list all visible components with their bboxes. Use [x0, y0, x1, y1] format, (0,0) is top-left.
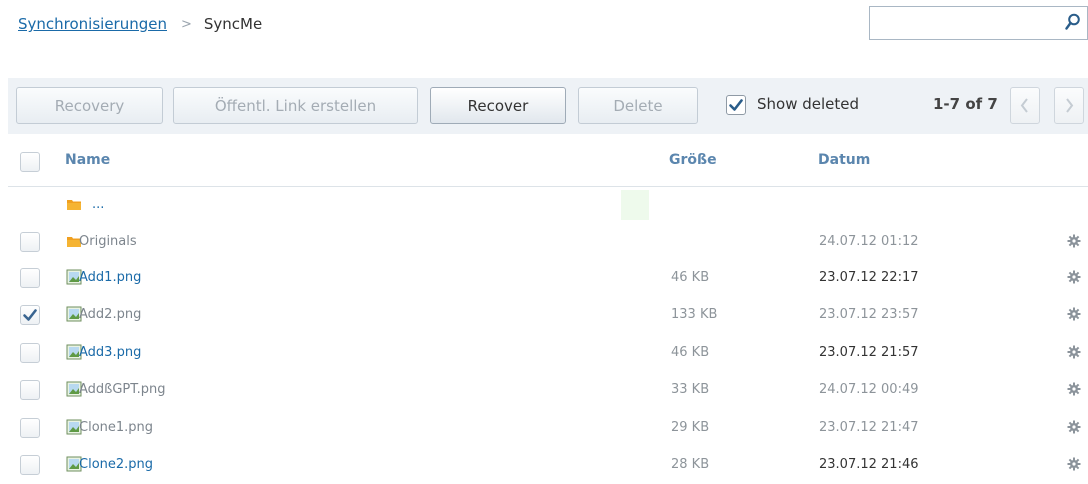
- table-row[interactable]: Add1.png 46 KB 23.07.12 22:17: [8, 260, 1088, 297]
- file-name: Clone1.png: [79, 420, 154, 435]
- table-row[interactable]: AddßGPT.png 33 KB 24.07.12 00:49: [8, 372, 1088, 409]
- file-name: Originals: [79, 234, 137, 249]
- checkmark-icon: [729, 99, 743, 111]
- gear-icon[interactable]: [1067, 457, 1081, 471]
- table-row[interactable]: Originals 24.07.12 01:12: [8, 224, 1088, 261]
- breadcrumb-separator: >: [181, 16, 192, 32]
- file-date: 24.07.12 01:12: [819, 234, 919, 249]
- file-name: AddßGPT.png: [79, 382, 166, 397]
- row-checkbox[interactable]: [20, 343, 40, 363]
- row-checkbox[interactable]: [20, 455, 40, 475]
- file-date: 23.07.12 21:47: [819, 420, 919, 435]
- row-checkbox[interactable]: [20, 305, 40, 325]
- file-size: 46 KB: [671, 270, 710, 285]
- select-all-checkbox[interactable]: [20, 152, 40, 172]
- file-date: 23.07.12 21:46: [819, 457, 919, 472]
- next-page-button[interactable]: [1054, 87, 1084, 124]
- row-checkbox[interactable]: [20, 380, 40, 400]
- table-row[interactable]: Clone2.png 28 KB 23.07.12 21:46: [8, 447, 1088, 484]
- search-input[interactable]: [870, 7, 1062, 37]
- parent-folder-link[interactable]: ...: [92, 197, 104, 212]
- breadcrumb: Synchronisierungen > SyncMe: [18, 15, 262, 33]
- gear-icon[interactable]: [1067, 420, 1081, 434]
- file-date: 23.07.12 23:57: [819, 307, 919, 322]
- show-deleted-label: Show deleted: [757, 95, 860, 113]
- prev-page-button[interactable]: [1010, 87, 1040, 124]
- file-date: 23.07.12 21:57: [819, 345, 919, 360]
- file-name[interactable]: Clone2.png: [79, 457, 153, 472]
- table-row[interactable]: Clone1.png 29 KB 23.07.12 21:47: [8, 410, 1088, 447]
- column-header-size[interactable]: Größe: [669, 152, 717, 168]
- table-row[interactable]: Add2.png 133 KB 23.07.12 23:57: [8, 297, 1088, 334]
- parent-folder-row[interactable]: ...: [8, 187, 1088, 224]
- pagination-info: 1-7 of 7: [933, 95, 998, 113]
- create-public-link-button[interactable]: Öffentl. Link erstellen: [173, 87, 418, 124]
- gear-icon[interactable]: [1067, 307, 1081, 321]
- breadcrumb-link-synchronisierungen[interactable]: Synchronisierungen: [18, 15, 167, 33]
- delete-button[interactable]: Delete: [578, 87, 698, 124]
- file-size: 133 KB: [671, 307, 718, 322]
- row-checkbox[interactable]: [20, 232, 40, 252]
- file-size: 46 KB: [671, 345, 710, 360]
- chevron-right-icon: [1066, 98, 1074, 113]
- file-name[interactable]: Add3.png: [79, 345, 141, 360]
- row-checkbox[interactable]: [20, 418, 40, 438]
- column-header-name[interactable]: Name: [65, 152, 110, 168]
- gear-icon[interactable]: [1067, 234, 1081, 248]
- table-row[interactable]: Add3.png 46 KB 23.07.12 21:57: [8, 335, 1088, 372]
- file-size: 33 KB: [671, 382, 710, 397]
- file-date: 23.07.12 22:17: [819, 270, 919, 285]
- file-size: 28 KB: [671, 457, 710, 472]
- gear-icon[interactable]: [1067, 382, 1081, 396]
- file-date: 24.07.12 00:49: [819, 382, 919, 397]
- file-name: Add2.png: [79, 307, 142, 322]
- gear-icon[interactable]: [1067, 345, 1081, 359]
- checkmark-icon: [23, 309, 37, 321]
- toolbar: Recovery Öffentl. Link erstellen Recover…: [8, 78, 1088, 134]
- chevron-left-icon: [1020, 98, 1028, 113]
- recovery-button[interactable]: Recovery: [16, 87, 163, 124]
- file-name[interactable]: Add1.png: [79, 270, 141, 285]
- table-header: Name Größe Datum: [8, 140, 1088, 187]
- recover-button[interactable]: Recover: [430, 87, 566, 124]
- search-box: [869, 6, 1088, 40]
- folder-icon: [67, 200, 81, 210]
- gear-icon[interactable]: [1067, 270, 1081, 284]
- search-icon[interactable]: [1065, 13, 1081, 31]
- row-checkbox[interactable]: [20, 268, 40, 288]
- file-size: 29 KB: [671, 420, 710, 435]
- column-header-date[interactable]: Datum: [818, 152, 870, 168]
- breadcrumb-current: SyncMe: [203, 15, 263, 33]
- show-deleted-checkbox[interactable]: [726, 95, 746, 115]
- highlight-marker: [621, 190, 649, 220]
